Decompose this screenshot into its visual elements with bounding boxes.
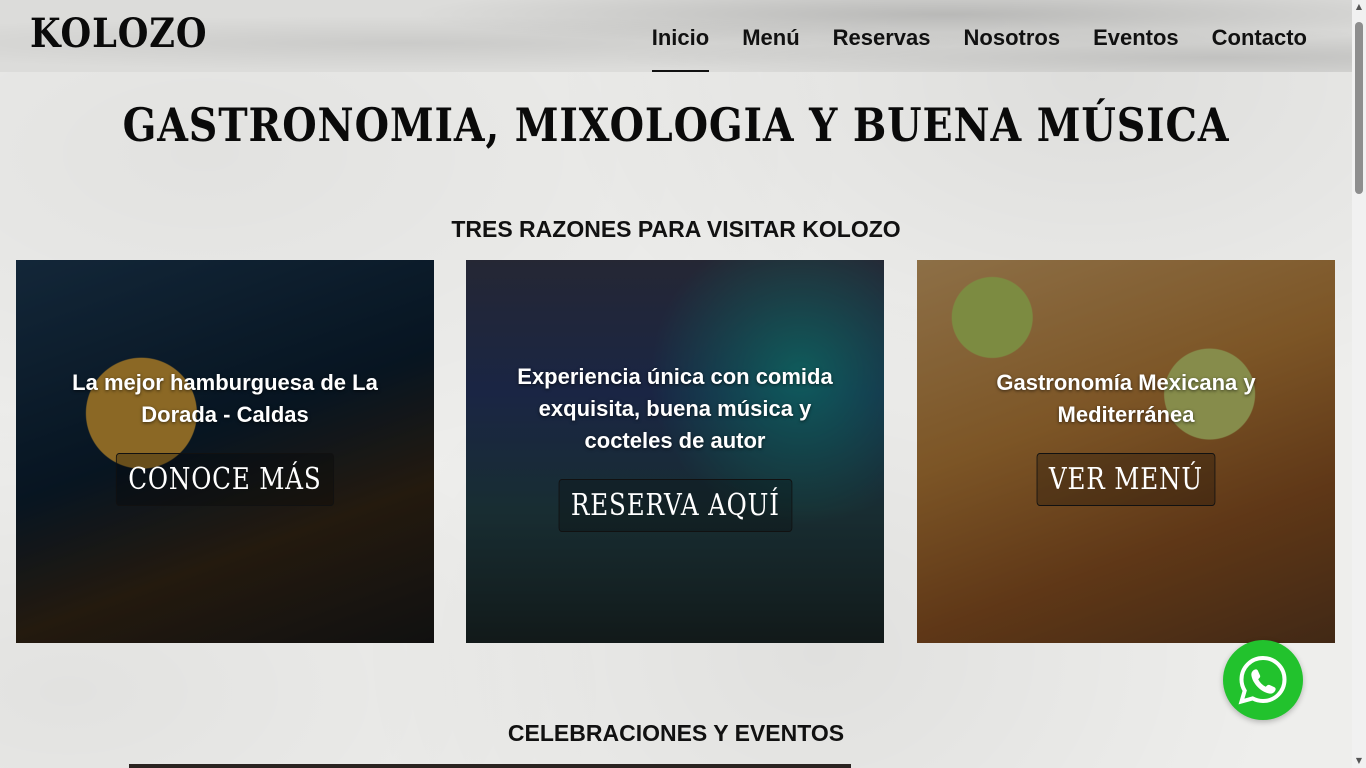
- page-scrollbar[interactable]: ▲ ▼: [1352, 0, 1366, 768]
- site-header: KOLOZO Inicio Menú Reservas Nosotros Eve…: [0, 0, 1352, 72]
- reason-card-text: Gastronomía Mexicana y Mediterránea: [996, 370, 1256, 427]
- reason-card-text: La mejor hamburguesa de La Dorada - Cald…: [72, 370, 378, 427]
- nav-item-inicio[interactable]: Inicio: [651, 22, 710, 72]
- reason-card-experience: Experiencia única con comida exquisita, …: [466, 260, 884, 643]
- nav-item-eventos[interactable]: Eventos: [1093, 22, 1179, 72]
- scrollbar-thumb[interactable]: [1355, 22, 1363, 194]
- card-overlay: [917, 260, 1335, 643]
- events-title: CELEBRACIONES Y EVENTOS: [507, 720, 845, 746]
- nav-item-contacto[interactable]: Contacto: [1212, 22, 1307, 72]
- nav-item-nosotros[interactable]: Nosotros: [964, 22, 1061, 72]
- nav-item-menu[interactable]: Menú: [742, 22, 799, 72]
- reason-card-gastronomy: Gastronomía Mexicana y Mediterránea VER …: [917, 260, 1335, 643]
- reason-card-text: Experiencia única con comida exquisita, …: [517, 364, 833, 453]
- nav-item-reservas[interactable]: Reservas: [833, 22, 931, 72]
- reason-card-burger: La mejor hamburguesa de La Dorada - Cald…: [16, 260, 434, 643]
- hero-title: GASTRONOMIA, MIXOLOGIA Y BUENA MÚSICA: [122, 98, 1230, 152]
- card-overlay: [16, 260, 434, 643]
- main-nav: Inicio Menú Reservas Nosotros Eventos Co…: [651, 22, 1307, 72]
- events-image: [129, 764, 851, 768]
- whatsapp-icon: [1238, 655, 1287, 705]
- conoce-mas-button[interactable]: CONOCE MÁS: [116, 453, 334, 506]
- reserva-aqui-button[interactable]: RESERVA AQUÍ: [558, 479, 792, 532]
- whatsapp-button[interactable]: [1223, 640, 1303, 720]
- scroll-down-arrow-icon[interactable]: ▼: [1352, 754, 1366, 768]
- site-logo[interactable]: KOLOZO: [30, 10, 207, 57]
- ver-menu-button[interactable]: VER MENÚ: [1036, 453, 1216, 506]
- reasons-title: TRES RAZONES PARA VISITAR KOLOZO: [451, 216, 901, 242]
- scroll-up-arrow-icon[interactable]: ▲: [1352, 0, 1366, 14]
